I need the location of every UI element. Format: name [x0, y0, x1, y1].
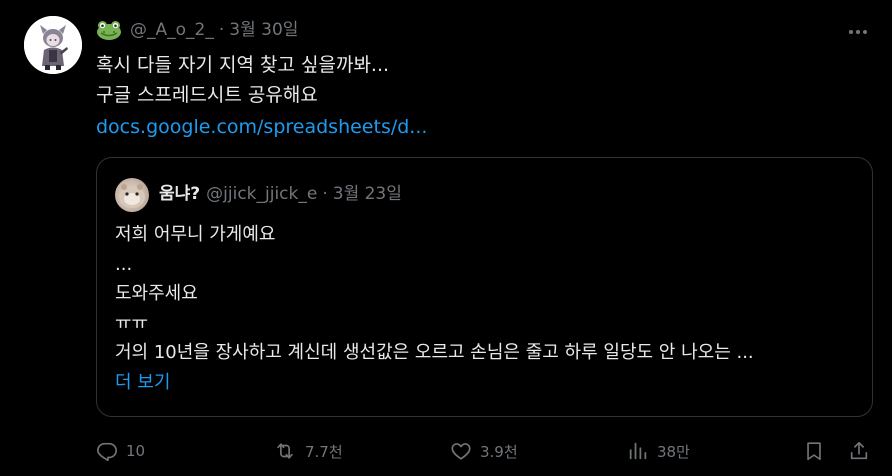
tweet-link[interactable]: docs.google.com/spreadsheets/d...	[96, 112, 427, 142]
tweet: @_A_o_2_ · 3월 30일 혹시 다들 자기 지역 찾고 싶을까봐...…	[0, 0, 892, 476]
like-button[interactable]: 3.9천	[450, 433, 518, 469]
quote-text-line: ...	[115, 253, 133, 275]
author-handle[interactable]: @_A_o_2_	[130, 18, 214, 42]
view-count: 38만	[657, 442, 690, 461]
repost-count: 7.7천	[305, 442, 343, 461]
heart-icon	[451, 443, 471, 460]
like-count: 3.9천	[480, 442, 518, 461]
quote-author-handle[interactable]: @jjick_jjick_e	[206, 182, 317, 206]
quote-tweet-card[interactable]: 움냐? @jjick_jjick_e · 3월 23일 저희 어무니 가게예요 …	[96, 157, 873, 417]
quote-avatar[interactable]	[115, 178, 149, 212]
tweet-date[interactable]: 3월 30일	[229, 18, 298, 42]
repost-icon	[277, 443, 293, 459]
tweet-text-line: 혹시 다들 자기 지역 찾고 싶을까봐...	[96, 54, 390, 76]
quote-text-line: 저희 어무니 가게예요	[115, 224, 276, 245]
bookmark-button[interactable]	[803, 433, 833, 469]
tweet-text: 혹시 다들 자기 지역 찾고 싶을까봐... 구글 스프레드시트 공유해요 do…	[96, 50, 427, 142]
reply-count: 10	[126, 442, 146, 460]
quote-text: 저희 어무니 가게예요 ... 도와주세요 ㅠㅠ 거의 10년을 장사하고 계신…	[115, 220, 754, 397]
repost-button[interactable]: 7.7천	[273, 433, 343, 469]
header-separator: ·	[218, 20, 225, 40]
quote-text-line: 거의 10년을 장사하고 계신데 생선값은 오르고 손님은 줄고 하루 일당도 …	[115, 342, 754, 363]
more-options-button[interactable]	[846, 20, 870, 44]
hamster-avatar-image	[119, 184, 145, 208]
quote-text-line: 도와주세요	[115, 283, 198, 304]
show-more-link[interactable]: 더 보기	[115, 368, 754, 398]
views-button[interactable]: 38만	[627, 433, 690, 469]
quote-author-name[interactable]: 움냐?	[159, 182, 200, 206]
more-icon	[849, 30, 867, 34]
share-button[interactable]	[848, 433, 878, 469]
quote-header: 움냐? @jjick_jjick_e · 3월 23일	[159, 182, 402, 206]
tweet-header: @_A_o_2_ · 3월 30일	[96, 18, 298, 42]
quote-text-line: ㅠㅠ	[115, 312, 149, 334]
analytics-icon	[629, 442, 647, 460]
quote-date[interactable]: 3월 23일	[333, 182, 402, 206]
avatar[interactable]	[24, 16, 82, 74]
share-icon	[850, 441, 868, 460]
avatar-illustration	[24, 16, 82, 74]
reply-button[interactable]: 10	[96, 433, 145, 469]
action-bar: 10 7.7천 3.9천 38만	[96, 433, 874, 469]
quote-separator: ·	[322, 184, 328, 204]
bookmark-icon	[807, 442, 821, 461]
frog-icon	[96, 20, 122, 40]
tweet-text-line: 구글 스프레드시트 공유해요	[96, 84, 318, 106]
reply-icon	[97, 442, 117, 462]
